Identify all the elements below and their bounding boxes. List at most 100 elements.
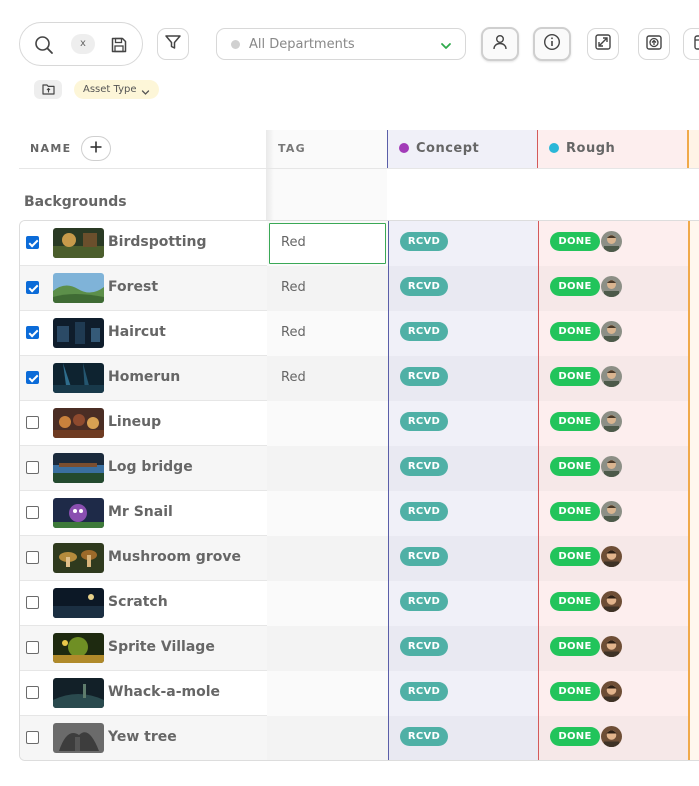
next-stage-cell[interactable] (688, 626, 699, 671)
asset-type-filter[interactable]: Asset Type (74, 80, 159, 99)
asset-thumbnail[interactable] (53, 318, 104, 348)
asset-thumbnail[interactable] (53, 678, 104, 708)
concept-status-cell[interactable]: RCVD (388, 221, 538, 266)
save-icon[interactable] (110, 36, 128, 58)
table-row[interactable]: Haircut Red RCVD DONE (20, 311, 699, 356)
status-badge[interactable]: RCVD (400, 457, 448, 476)
row-checkbox[interactable] (26, 371, 39, 384)
add-column-button[interactable] (81, 136, 111, 161)
department-select[interactable]: All Departments (216, 28, 466, 60)
name-cell[interactable]: Whack-a-mole (20, 671, 267, 716)
avatar[interactable] (601, 501, 622, 522)
next-stage-cell[interactable] (688, 581, 699, 626)
next-stage-cell[interactable] (688, 671, 699, 716)
status-badge[interactable]: RCVD (400, 682, 448, 701)
status-badge[interactable]: RCVD (400, 592, 448, 611)
rough-status-cell[interactable]: DONE (538, 581, 688, 626)
status-badge[interactable]: RCVD (400, 502, 448, 521)
next-stage-cell[interactable] (688, 221, 699, 266)
concept-status-cell[interactable]: RCVD (388, 671, 538, 716)
asset-thumbnail[interactable] (53, 408, 104, 438)
rough-status-cell[interactable]: DONE (538, 311, 688, 356)
avatar[interactable] (601, 546, 622, 567)
rough-status-cell[interactable]: DONE (538, 491, 688, 536)
rough-status-cell[interactable]: DONE (538, 671, 688, 716)
asset-thumbnail[interactable] (53, 723, 104, 753)
asset-name[interactable]: Haircut (108, 324, 166, 340)
tag-cell[interactable] (267, 626, 388, 671)
table-row[interactable]: Sprite Village RCVD DONE (20, 626, 699, 671)
row-checkbox[interactable] (26, 686, 39, 699)
rough-status-cell[interactable]: DONE (538, 356, 688, 401)
tag-cell[interactable] (267, 716, 388, 760)
table-row[interactable]: Yew tree RCVD DONE (20, 716, 699, 760)
concept-status-cell[interactable]: RCVD (388, 401, 538, 446)
asset-name[interactable]: Whack-a-mole (108, 684, 220, 700)
avatar[interactable] (601, 276, 622, 297)
rough-column-header[interactable]: Rough (566, 141, 615, 156)
rough-status-cell[interactable]: DONE (538, 266, 688, 311)
name-cell[interactable]: Birdspotting (20, 221, 267, 266)
next-stage-cell[interactable] (688, 311, 699, 356)
asset-name[interactable]: Birdspotting (108, 234, 207, 250)
asset-thumbnail[interactable] (53, 273, 104, 303)
rough-status-cell[interactable]: DONE (538, 401, 688, 446)
next-stage-cell[interactable] (688, 401, 699, 446)
name-cell[interactable]: Mushroom grove (20, 536, 267, 581)
asset-thumbnail[interactable] (53, 543, 104, 573)
asset-thumbnail[interactable] (53, 363, 104, 393)
status-badge[interactable]: RCVD (400, 547, 448, 566)
avatar[interactable] (601, 411, 622, 432)
asset-name[interactable]: Homerun (108, 369, 180, 385)
asset-name[interactable]: Yew tree (108, 729, 177, 745)
name-cell[interactable]: Lineup (20, 401, 267, 446)
table-row[interactable]: Birdspotting Red RCVD DONE (20, 221, 699, 266)
tag-cell[interactable] (267, 401, 388, 446)
status-badge[interactable]: RCVD (400, 322, 448, 341)
name-cell[interactable]: Haircut (20, 311, 267, 356)
tag-cell[interactable] (267, 671, 388, 716)
concept-column-header[interactable]: Concept (416, 141, 479, 156)
tag-cell[interactable]: Red (267, 221, 388, 266)
asset-name[interactable]: Forest (108, 279, 158, 295)
concept-status-cell[interactable]: RCVD (388, 536, 538, 581)
status-badge[interactable]: DONE (550, 457, 600, 476)
search-icon[interactable] (34, 35, 54, 59)
row-checkbox[interactable] (26, 416, 39, 429)
name-cell[interactable]: Yew tree (20, 716, 267, 760)
avatar[interactable] (601, 231, 622, 252)
rough-status-cell[interactable]: DONE (538, 446, 688, 491)
status-badge[interactable]: RCVD (400, 412, 448, 431)
info-button[interactable] (533, 27, 571, 61)
status-badge[interactable]: DONE (550, 367, 600, 386)
concept-status-cell[interactable]: RCVD (388, 356, 538, 401)
row-checkbox[interactable] (26, 596, 39, 609)
status-badge[interactable]: RCVD (400, 232, 448, 251)
asset-name[interactable]: Sprite Village (108, 639, 215, 655)
table-row[interactable]: Whack-a-mole RCVD DONE (20, 671, 699, 716)
avatar[interactable] (601, 321, 622, 342)
avatar[interactable] (601, 591, 622, 612)
upload-button[interactable] (638, 28, 670, 60)
asset-thumbnail[interactable] (53, 453, 104, 483)
name-cell[interactable]: Mr Snail (20, 491, 267, 536)
status-badge[interactable]: DONE (550, 727, 600, 746)
asset-thumbnail[interactable] (53, 498, 104, 528)
name-cell[interactable]: Log bridge (20, 446, 267, 491)
clear-search-button[interactable]: x (71, 34, 95, 54)
next-stage-cell[interactable] (688, 446, 699, 491)
tag-cell[interactable]: Red (267, 311, 388, 356)
asset-name[interactable]: Lineup (108, 414, 161, 430)
asset-name[interactable]: Mr Snail (108, 504, 173, 520)
avatar[interactable] (601, 456, 622, 477)
concept-status-cell[interactable]: RCVD (388, 626, 538, 671)
table-row[interactable]: Log bridge RCVD DONE (20, 446, 699, 491)
table-row[interactable]: Scratch RCVD DONE (20, 581, 699, 626)
table-row[interactable]: Lineup RCVD DONE (20, 401, 699, 446)
tag-cell[interactable] (267, 491, 388, 536)
name-cell[interactable]: Homerun (20, 356, 267, 401)
status-badge[interactable]: DONE (550, 682, 600, 701)
tag-cell[interactable]: Red (267, 266, 388, 311)
assignee-view-button[interactable] (481, 27, 519, 61)
search-box[interactable]: x (19, 22, 143, 66)
